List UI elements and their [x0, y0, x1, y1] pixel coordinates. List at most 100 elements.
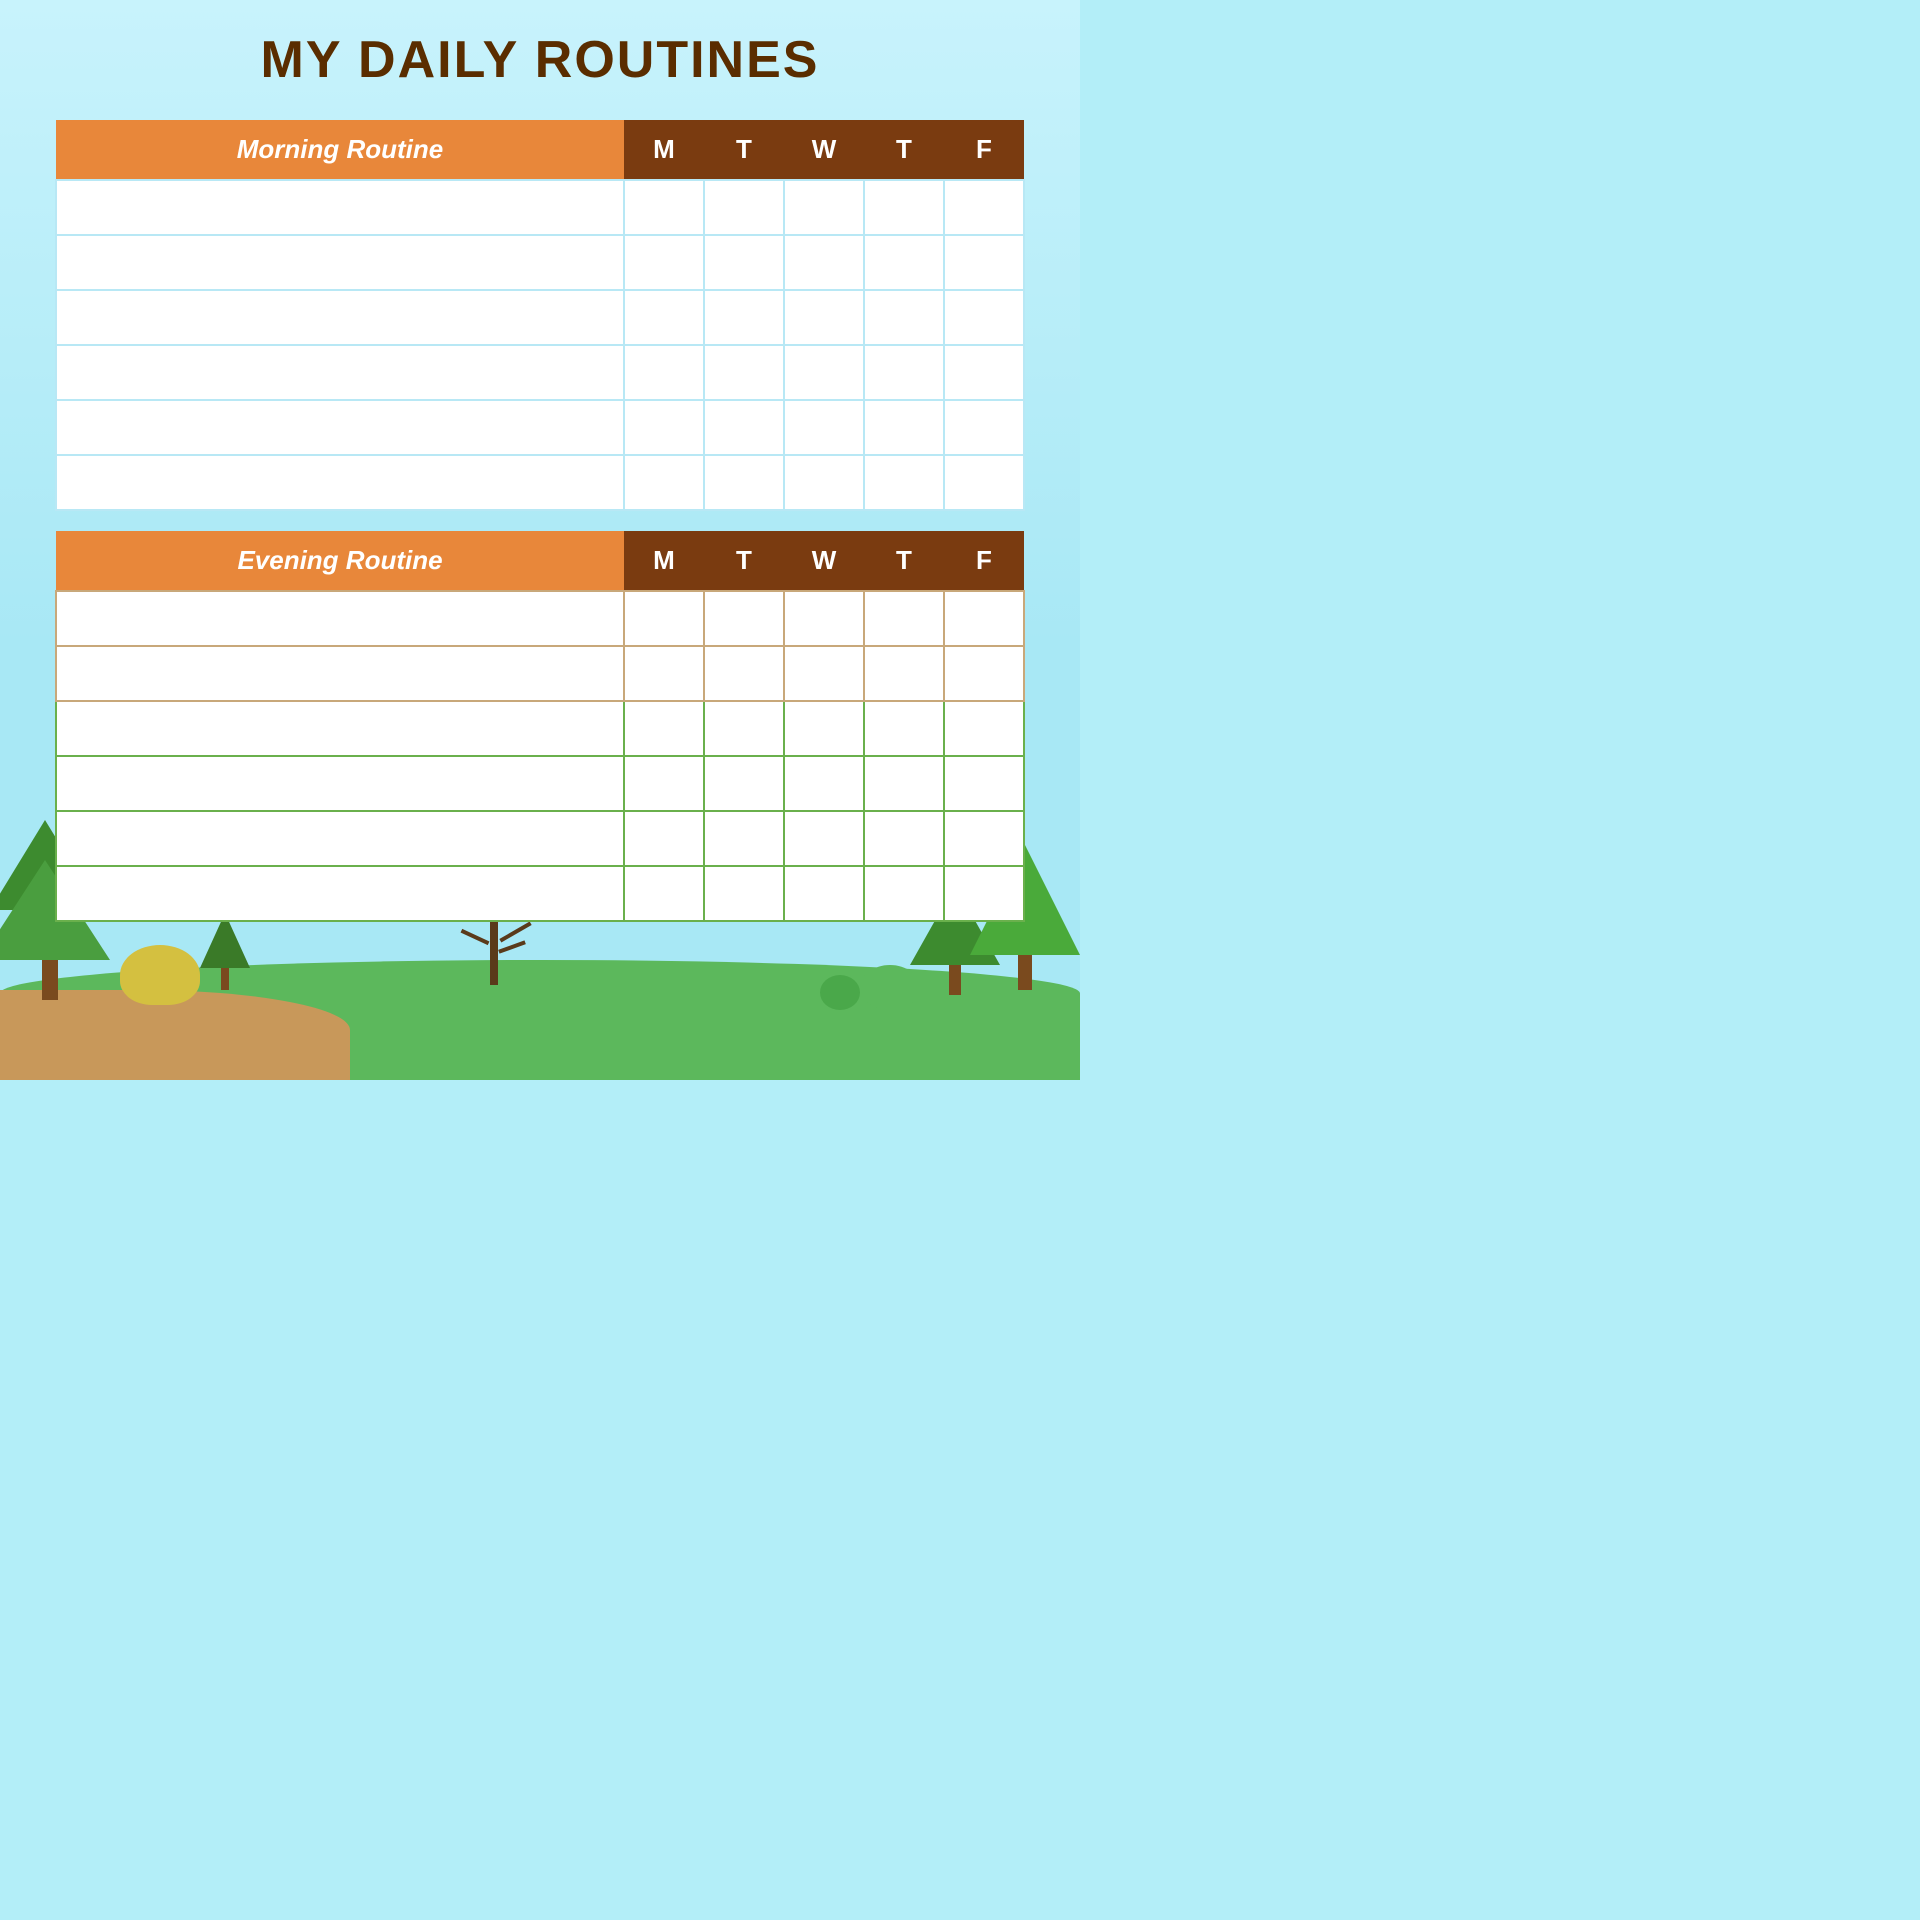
morning-header: Morning Routine: [56, 120, 624, 180]
evening-day-F: F: [944, 531, 1024, 591]
morning-check-2-T1[interactable]: [704, 235, 784, 290]
evening-check-6-F[interactable]: [944, 866, 1024, 921]
evening-row-1: [56, 591, 1024, 646]
morning-check-6-W[interactable]: [784, 455, 864, 510]
morning-task-6[interactable]: [56, 455, 624, 510]
evening-task-5[interactable]: [56, 811, 624, 866]
evening-check-3-T2[interactable]: [864, 701, 944, 756]
evening-row-5: [56, 811, 1024, 866]
evening-check-4-M[interactable]: [624, 756, 704, 811]
morning-day-W: W: [784, 120, 864, 180]
evening-check-6-T2[interactable]: [864, 866, 944, 921]
morning-row-6: [56, 455, 1024, 510]
evening-check-1-M[interactable]: [624, 591, 704, 646]
morning-check-2-W[interactable]: [784, 235, 864, 290]
morning-check-1-F[interactable]: [944, 180, 1024, 235]
evening-check-1-T1[interactable]: [704, 591, 784, 646]
morning-check-1-T1[interactable]: [704, 180, 784, 235]
morning-check-3-M[interactable]: [624, 290, 704, 345]
evening-check-4-T1[interactable]: [704, 756, 784, 811]
morning-check-1-M[interactable]: [624, 180, 704, 235]
evening-check-2-T2[interactable]: [864, 646, 944, 701]
morning-task-4[interactable]: [56, 345, 624, 400]
morning-check-4-M[interactable]: [624, 345, 704, 400]
morning-check-4-F[interactable]: [944, 345, 1024, 400]
evening-check-6-W[interactable]: [784, 866, 864, 921]
evening-task-6[interactable]: [56, 866, 624, 921]
bush-right-1: [860, 965, 920, 1010]
evening-day-M: M: [624, 531, 704, 591]
evening-check-3-T1[interactable]: [704, 701, 784, 756]
evening-check-1-W[interactable]: [784, 591, 864, 646]
morning-check-4-T1[interactable]: [704, 345, 784, 400]
morning-check-3-T1[interactable]: [704, 290, 784, 345]
evening-day-W: W: [784, 531, 864, 591]
evening-check-2-W[interactable]: [784, 646, 864, 701]
evening-check-2-M[interactable]: [624, 646, 704, 701]
evening-check-5-T2[interactable]: [864, 811, 944, 866]
morning-check-4-T2[interactable]: [864, 345, 944, 400]
morning-day-T2: T: [864, 120, 944, 180]
evening-check-5-F[interactable]: [944, 811, 1024, 866]
morning-row-2: [56, 235, 1024, 290]
evening-check-4-W[interactable]: [784, 756, 864, 811]
morning-day-T1: T: [704, 120, 784, 180]
morning-row-3: [56, 290, 1024, 345]
morning-check-5-M[interactable]: [624, 400, 704, 455]
morning-check-5-T2[interactable]: [864, 400, 944, 455]
morning-check-5-T1[interactable]: [704, 400, 784, 455]
morning-check-2-F[interactable]: [944, 235, 1024, 290]
evening-task-4[interactable]: [56, 756, 624, 811]
evening-table: Evening Routine M T W T F: [55, 531, 1025, 922]
evening-check-3-W[interactable]: [784, 701, 864, 756]
evening-day-T1: T: [704, 531, 784, 591]
morning-task-2[interactable]: [56, 235, 624, 290]
evening-check-2-F[interactable]: [944, 646, 1024, 701]
evening-task-1[interactable]: [56, 591, 624, 646]
evening-check-1-F[interactable]: [944, 591, 1024, 646]
morning-task-1[interactable]: [56, 180, 624, 235]
evening-day-T2: T: [864, 531, 944, 591]
evening-task-2[interactable]: [56, 646, 624, 701]
evening-check-5-W[interactable]: [784, 811, 864, 866]
morning-check-2-T2[interactable]: [864, 235, 944, 290]
evening-check-1-T2[interactable]: [864, 591, 944, 646]
morning-check-6-M[interactable]: [624, 455, 704, 510]
evening-header: Evening Routine: [56, 531, 624, 591]
bush-right-2: [820, 975, 860, 1010]
evening-check-5-T1[interactable]: [704, 811, 784, 866]
morning-check-2-M[interactable]: [624, 235, 704, 290]
morning-check-3-W[interactable]: [784, 290, 864, 345]
evening-check-4-T2[interactable]: [864, 756, 944, 811]
evening-check-3-F[interactable]: [944, 701, 1024, 756]
morning-check-1-T2[interactable]: [864, 180, 944, 235]
morning-row-1: [56, 180, 1024, 235]
evening-task-3[interactable]: [56, 701, 624, 756]
evening-check-2-T1[interactable]: [704, 646, 784, 701]
morning-check-5-F[interactable]: [944, 400, 1024, 455]
evening-check-6-T1[interactable]: [704, 866, 784, 921]
evening-row-4: [56, 756, 1024, 811]
morning-check-6-T2[interactable]: [864, 455, 944, 510]
evening-section: Evening Routine M T W T F: [55, 531, 1025, 922]
evening-check-5-M[interactable]: [624, 811, 704, 866]
evening-row-2: [56, 646, 1024, 701]
morning-check-5-W[interactable]: [784, 400, 864, 455]
evening-check-4-F[interactable]: [944, 756, 1024, 811]
morning-check-6-T1[interactable]: [704, 455, 784, 510]
morning-task-3[interactable]: [56, 290, 624, 345]
morning-check-3-T2[interactable]: [864, 290, 944, 345]
morning-day-F: F: [944, 120, 1024, 180]
evening-check-3-M[interactable]: [624, 701, 704, 756]
morning-check-1-W[interactable]: [784, 180, 864, 235]
morning-task-5[interactable]: [56, 400, 624, 455]
morning-day-M: M: [624, 120, 704, 180]
morning-check-3-F[interactable]: [944, 290, 1024, 345]
morning-table: Morning Routine M T W T F: [55, 120, 1025, 511]
morning-check-6-F[interactable]: [944, 455, 1024, 510]
evening-row-3: [56, 701, 1024, 756]
evening-check-6-M[interactable]: [624, 866, 704, 921]
morning-section: Morning Routine M T W T F: [55, 120, 1025, 511]
morning-check-4-W[interactable]: [784, 345, 864, 400]
morning-row-4: [56, 345, 1024, 400]
